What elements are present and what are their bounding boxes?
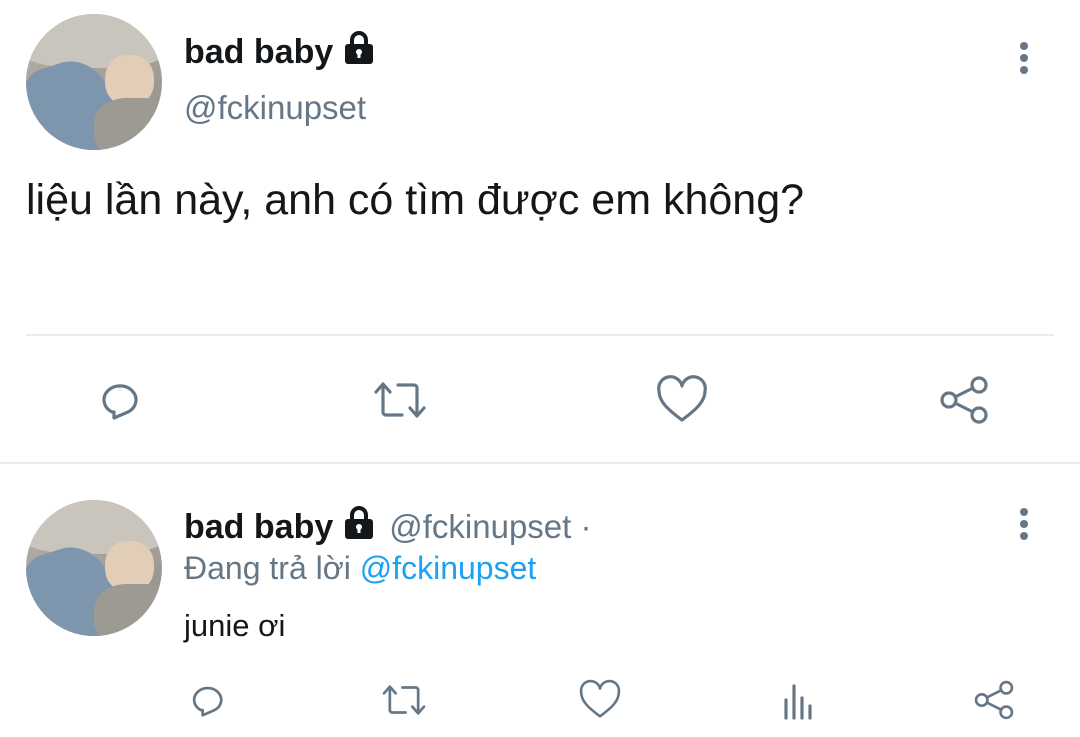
reply-button[interactable] (182, 676, 230, 724)
heart-icon (657, 375, 707, 422)
divider (26, 334, 1054, 336)
share-button[interactable] (970, 676, 1018, 724)
more-icon[interactable] (1016, 508, 1032, 540)
share-icon (974, 680, 1014, 720)
display-name-text[interactable]: bad baby (184, 508, 333, 547)
more-icon[interactable] (1016, 42, 1032, 74)
lock-icon (341, 505, 377, 550)
handle[interactable]: @fckinupset (184, 89, 366, 127)
reply-header: bad baby @fckinupset · (184, 505, 592, 550)
lock-icon (341, 30, 377, 75)
retweet-icon (382, 685, 426, 715)
share-icon (940, 376, 988, 424)
tweet-text: liệu lần này, anh có tìm được em không? (26, 176, 805, 224)
display-name-text[interactable]: bad baby (184, 33, 333, 72)
reply-icon (102, 384, 138, 420)
section-divider (0, 462, 1080, 464)
reply-text: junie ơi (184, 608, 286, 643)
display-name[interactable]: bad baby (184, 30, 377, 74)
share-button[interactable] (934, 370, 994, 430)
heart-icon (579, 679, 621, 718)
replying-prefix: Đang trả lời (184, 550, 351, 586)
retweet-button[interactable] (378, 676, 430, 724)
reply-icon (192, 686, 223, 717)
like-button[interactable] (652, 370, 712, 430)
retweet-button[interactable] (369, 370, 431, 430)
replying-to-link[interactable]: @fckinupset (360, 550, 537, 586)
like-button[interactable] (576, 676, 624, 724)
replying-to: Đang trả lời @fckinupset (184, 550, 536, 587)
analytics-button[interactable] (774, 676, 822, 724)
reply-button[interactable] (88, 370, 148, 430)
reply-handle[interactable]: @fckinupset · (389, 508, 591, 546)
avatar[interactable] (26, 500, 162, 636)
analytics-icon (784, 684, 812, 720)
avatar[interactable] (26, 14, 162, 150)
retweet-icon (374, 382, 426, 418)
